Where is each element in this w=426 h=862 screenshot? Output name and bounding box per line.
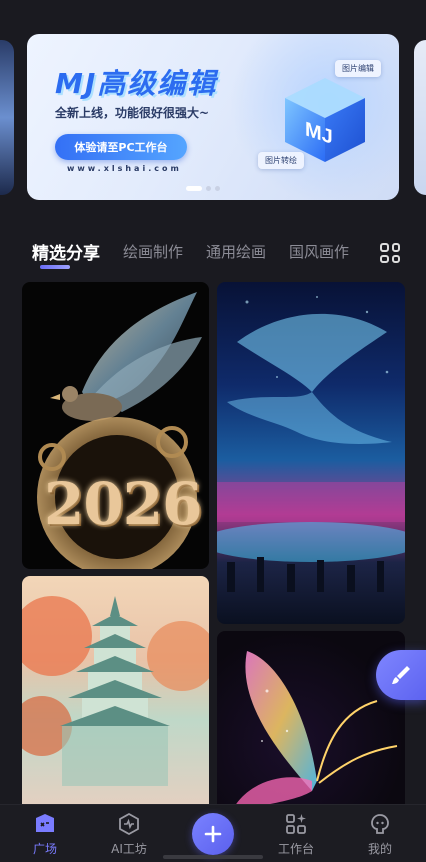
banner-next-peek[interactable] <box>414 40 426 195</box>
ai-workshop-icon <box>116 811 142 837</box>
tab-general-painting[interactable]: 通用绘画 <box>206 241 266 262</box>
banner-slide[interactable]: MJ高级编辑 全新上线，功能很好很强大~ 体验请至PC工作台 www.xlsha… <box>27 34 399 200</box>
indicator-dot <box>206 186 211 191</box>
nav-workbench-label: 工作台 <box>277 842 314 856</box>
nav-mine[interactable]: 我的 <box>350 811 410 857</box>
banner-cta-button[interactable]: 体验请至PC工作台 <box>55 134 187 160</box>
nav-mine-label: 我的 <box>367 842 392 856</box>
paint-brush-button[interactable] <box>376 650 426 700</box>
image-feed: 2026 <box>0 282 426 804</box>
create-button[interactable] <box>192 813 234 855</box>
tab-active-underline <box>40 265 70 269</box>
banner-carousel[interactable]: MJ高级编辑 全新上线，功能很好很强大~ 体验请至PC工作台 www.xlsha… <box>0 0 426 215</box>
nav-ai-workshop-label: AI工坊 <box>111 842 147 856</box>
indicator-dot-active <box>186 186 202 191</box>
feed-card-butterfly[interactable] <box>217 631 405 804</box>
category-tabs: 精选分享 绘画制作 通用绘画 国风画作 <box>0 235 426 275</box>
tag-image-edit: 图片编辑 <box>335 60 381 77</box>
tab-painting-making[interactable]: 绘画制作 <box>123 241 183 262</box>
digital-bird-image <box>217 296 405 592</box>
feed-card-phoenix-2026[interactable]: 2026 <box>22 282 209 569</box>
tag-image-convert: 图片转绘 <box>258 152 304 169</box>
home-indicator <box>163 855 263 859</box>
indicator-dot <box>215 186 220 191</box>
workbench-icon <box>283 811 309 837</box>
profile-icon <box>367 811 393 837</box>
square-icon <box>32 811 58 837</box>
brush-icon <box>392 666 410 684</box>
banner-url: www.xlshai.com <box>67 164 182 173</box>
bottom-navigation: 广场 AI工坊 工作台 我的 <box>0 804 426 862</box>
nav-workbench[interactable]: 工作台 <box>266 811 326 857</box>
banner-prev-peek[interactable] <box>0 40 14 195</box>
grid-icon[interactable] <box>380 243 400 263</box>
feed-card-pagoda[interactable] <box>22 576 209 804</box>
carousel-indicator <box>186 186 220 191</box>
banner-subtitle: 全新上线，功能很好很强大~ <box>55 106 210 120</box>
plus-icon <box>204 825 222 843</box>
butterfly-image <box>236 651 398 804</box>
nav-square-label: 广场 <box>32 842 57 856</box>
tab-chinese-style[interactable]: 国风画作 <box>289 241 349 262</box>
nav-square[interactable]: 广场 <box>15 811 75 857</box>
feed-card-digital-bird[interactable] <box>217 282 405 624</box>
card-year-text: 2026 <box>44 470 202 538</box>
nav-ai-workshop[interactable]: AI工坊 <box>99 811 159 857</box>
tab-featured[interactable]: 精选分享 <box>32 239 100 264</box>
pagoda-image <box>22 596 209 786</box>
banner-title: MJ高级编辑 <box>55 67 218 100</box>
